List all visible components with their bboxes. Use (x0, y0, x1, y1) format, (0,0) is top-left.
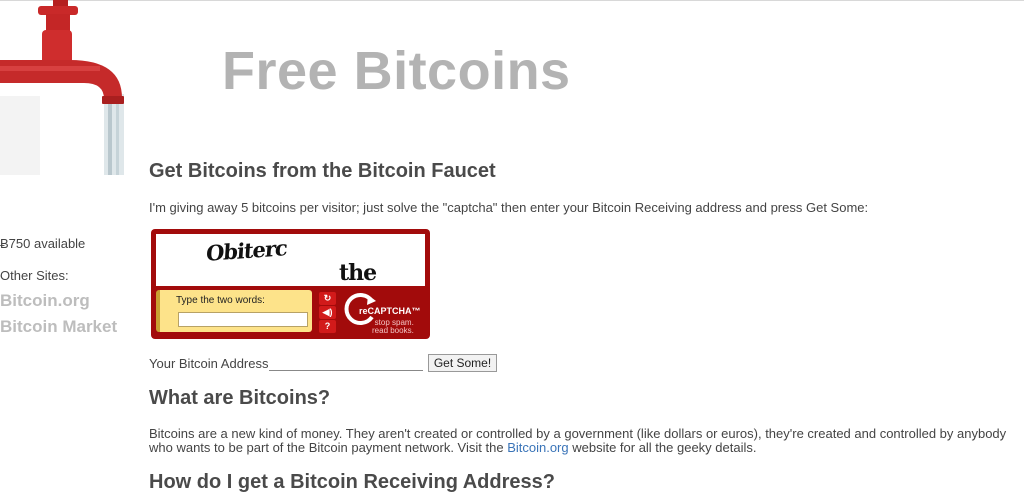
captcha-word-1: Obiterc (205, 235, 288, 266)
heading-what-are-bitcoins: What are Bitcoins? (149, 387, 331, 409)
recaptcha-brand: reCAPTCHA™ (359, 306, 421, 316)
captcha-prompt: Type the two words: (176, 295, 265, 306)
what-paragraph: Bitcoins are a new kind of money. They a… (149, 426, 1007, 455)
recaptcha-widget: Obiterc the Type the two words: ↻ ◀) ? r… (151, 229, 430, 339)
refresh-icon[interactable]: ↻ (319, 292, 336, 305)
audio-icon[interactable]: ◀) (319, 306, 336, 319)
captcha-response-input[interactable] (178, 312, 308, 327)
help-icon[interactable]: ? (319, 320, 336, 333)
heading-how-get-address: How do I get a Bitcoin Receiving Address… (149, 471, 555, 493)
captcha-word-2: the (339, 260, 377, 286)
sidebar-link-bitcoin-org[interactable]: Bitcoin.org (0, 291, 90, 311)
intro-text: I'm giving away 5 bitcoins per visitor; … (149, 200, 869, 215)
recaptcha-slogan: stop spam. read books. (372, 318, 414, 335)
address-label: Your Bitcoin Address: (149, 356, 273, 371)
sidebar-link-bitcoin-market[interactable]: Bitcoin Market (0, 317, 117, 337)
get-some-button[interactable]: Get Some! (428, 354, 497, 372)
site-title: Free Bitcoins (222, 41, 571, 101)
bitcoin-address-input[interactable] (269, 354, 423, 371)
available-balance: Ƀ750 available (0, 236, 86, 251)
captcha-image: Obiterc the (156, 234, 425, 286)
faucet-image (0, 0, 124, 175)
bitcoin-org-inline-link[interactable]: Bitcoin.org (507, 440, 568, 455)
captcha-response-box: Type the two words: (156, 290, 312, 332)
heading-get-bitcoins: Get Bitcoins from the Bitcoin Faucet (149, 160, 496, 182)
top-border (0, 0, 1024, 1)
other-sites-label: Other Sites: (0, 268, 69, 283)
